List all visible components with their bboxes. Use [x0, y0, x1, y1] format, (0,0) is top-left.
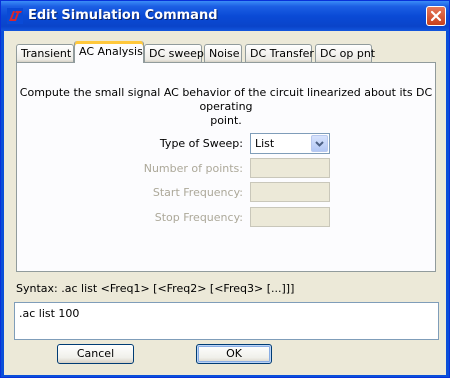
number-of-points-field[interactable]	[250, 158, 330, 178]
stop-frequency-label: Stop Frequency:	[154, 211, 243, 224]
sweep-type-dropdown-button[interactable]	[311, 135, 328, 152]
stop-frequency-field[interactable]	[250, 207, 330, 227]
start-frequency-label: Start Frequency:	[152, 186, 243, 199]
tab-transient[interactable]: Transient	[16, 44, 74, 62]
ok-button[interactable]: OK	[196, 344, 272, 364]
close-icon	[430, 10, 442, 22]
tab-dc-sweep[interactable]: DC sweep	[144, 44, 204, 62]
syntax-text: Syntax: .ac list <Freq1> [<Freq2> [<Freq…	[16, 282, 295, 295]
dialog-window: Edit Simulation Command Transient AC Ana…	[0, 0, 450, 378]
analysis-description: Compute the small signal AC behavior of …	[17, 86, 435, 128]
close-button[interactable]	[426, 6, 446, 26]
window-title: Edit Simulation Command	[28, 8, 218, 23]
ltspice-logo-icon	[7, 8, 23, 24]
title-bar[interactable]: Edit Simulation Command	[1, 1, 449, 31]
sweep-type-select[interactable]: List	[250, 133, 330, 154]
command-text-field[interactable]: .ac list 100	[14, 302, 439, 340]
start-frequency-field[interactable]	[250, 182, 330, 202]
tab-ac-analysis[interactable]: AC Analysis	[74, 41, 144, 63]
sweep-type-label: Type of Sweep:	[159, 137, 243, 150]
description-line-2: point.	[210, 114, 242, 127]
tab-dc-transfer[interactable]: DC Transfer	[245, 44, 314, 62]
tab-noise[interactable]: Noise	[204, 44, 242, 62]
ac-analysis-panel: Compute the small signal AC behavior of …	[16, 62, 436, 272]
description-line-1: Compute the small signal AC behavior of …	[19, 86, 433, 113]
dialog-client-area: Transient AC Analysis DC sweep Noise DC …	[4, 31, 446, 375]
number-of-points-label: Number of points:	[143, 162, 243, 175]
sweep-type-value: List	[255, 137, 275, 150]
chevron-down-icon	[315, 141, 324, 147]
tab-dc-op-pnt[interactable]: DC op pnt	[315, 44, 375, 62]
cancel-button[interactable]: Cancel	[57, 344, 134, 364]
